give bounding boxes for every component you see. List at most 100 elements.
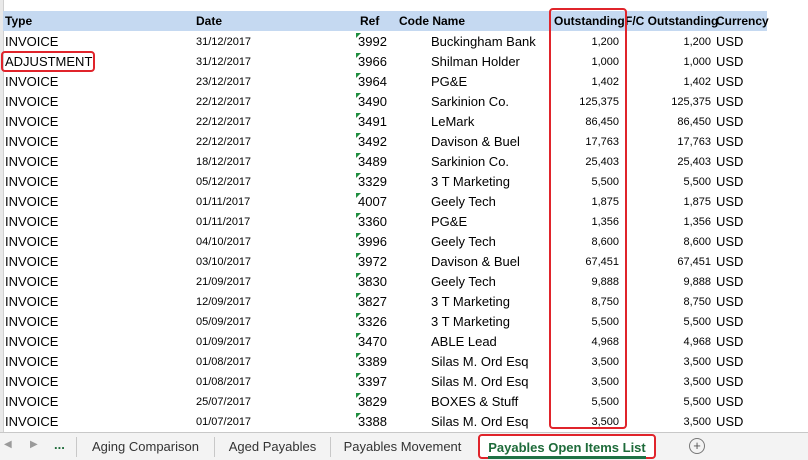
cell-currency[interactable]: USD: [716, 212, 766, 232]
cell-fc-outstanding[interactable]: 1,402: [624, 72, 711, 92]
cell-ref[interactable]: 3397: [358, 372, 418, 392]
cell-date[interactable]: 01/11/2017: [196, 212, 351, 232]
cell-fc-outstanding[interactable]: 9,888: [624, 272, 711, 292]
cell-code-name[interactable]: 3 T Marketing: [431, 292, 549, 312]
cell-date[interactable]: 03/10/2017: [196, 252, 351, 272]
cell-date[interactable]: 12/09/2017: [196, 292, 351, 312]
cell-fc-outstanding[interactable]: 8,750: [624, 292, 711, 312]
cell-fc-outstanding[interactable]: 17,763: [624, 132, 711, 152]
cell-currency[interactable]: USD: [716, 232, 766, 252]
cell-type[interactable]: INVOICE: [5, 412, 190, 432]
cell-type[interactable]: INVOICE: [5, 372, 190, 392]
cell-currency[interactable]: USD: [716, 252, 766, 272]
cell-ref[interactable]: 3996: [358, 232, 418, 252]
cell-ref[interactable]: 3964: [358, 72, 418, 92]
cell-currency[interactable]: USD: [716, 32, 766, 52]
scroll-right-icon[interactable]: ▶: [30, 439, 38, 450]
cell-fc-outstanding[interactable]: 4,968: [624, 332, 711, 352]
cell-code-name[interactable]: Geely Tech: [431, 272, 549, 292]
cell-ref[interactable]: 3827: [358, 292, 418, 312]
cell-fc-outstanding[interactable]: 8,600: [624, 232, 711, 252]
cell-code-name[interactable]: Silas M. Ord Esq: [431, 412, 549, 432]
col-header-currency[interactable]: Currency: [716, 11, 769, 31]
cell-date[interactable]: 04/10/2017: [196, 232, 351, 252]
cell-date[interactable]: 01/08/2017: [196, 372, 351, 392]
cell-currency[interactable]: USD: [716, 152, 766, 172]
cell-code-name[interactable]: Sarkinion Co.: [431, 152, 549, 172]
scroll-left-icon[interactable]: ◀: [4, 439, 12, 450]
cell-type[interactable]: INVOICE: [5, 232, 190, 252]
cell-ref[interactable]: 3489: [358, 152, 418, 172]
cell-currency[interactable]: USD: [716, 292, 766, 312]
cell-date[interactable]: 01/09/2017: [196, 332, 351, 352]
cell-fc-outstanding[interactable]: 67,451: [624, 252, 711, 272]
cell-fc-outstanding[interactable]: 1,875: [624, 192, 711, 212]
cell-code-name[interactable]: LeMark: [431, 112, 549, 132]
cell-code-name[interactable]: Sarkinion Co.: [431, 92, 549, 112]
cell-ref[interactable]: 3992: [358, 32, 418, 52]
cell-ref[interactable]: 3389: [358, 352, 418, 372]
cell-ref[interactable]: 4007: [358, 192, 418, 212]
cell-currency[interactable]: USD: [716, 372, 766, 392]
cell-date[interactable]: 22/12/2017: [196, 112, 351, 132]
cell-code-name[interactable]: Davison & Buel: [431, 252, 549, 272]
cell-code-name[interactable]: Shilman Holder: [431, 52, 549, 72]
cell-date[interactable]: 01/11/2017: [196, 192, 351, 212]
cell-code-name[interactable]: PG&E: [431, 72, 549, 92]
cell-date[interactable]: 25/07/2017: [196, 392, 351, 412]
cell-code-name[interactable]: Buckingham Bank: [431, 32, 549, 52]
cell-ref[interactable]: 3491: [358, 112, 418, 132]
cell-fc-outstanding[interactable]: 25,403: [624, 152, 711, 172]
cell-ref[interactable]: 3326: [358, 312, 418, 332]
cell-currency[interactable]: USD: [716, 112, 766, 132]
tab-aging-comparison[interactable]: Aging Comparison: [78, 433, 213, 460]
cell-code-name[interactable]: Geely Tech: [431, 192, 549, 212]
cell-date[interactable]: 01/08/2017: [196, 352, 351, 372]
cell-date[interactable]: 05/12/2017: [196, 172, 351, 192]
cell-currency[interactable]: USD: [716, 412, 766, 432]
cell-code-name[interactable]: 3 T Marketing: [431, 172, 549, 192]
cell-type[interactable]: INVOICE: [5, 352, 190, 372]
cell-type[interactable]: INVOICE: [5, 312, 190, 332]
col-header-code-name[interactable]: Code Name: [399, 11, 465, 31]
cell-fc-outstanding[interactable]: 5,500: [624, 392, 711, 412]
cell-type[interactable]: INVOICE: [5, 92, 190, 112]
cell-fc-outstanding[interactable]: 3,500: [624, 412, 711, 432]
cell-ref[interactable]: 3388: [358, 412, 418, 432]
cell-fc-outstanding[interactable]: 1,356: [624, 212, 711, 232]
cell-code-name[interactable]: Geely Tech: [431, 232, 549, 252]
cell-currency[interactable]: USD: [716, 192, 766, 212]
cell-currency[interactable]: USD: [716, 172, 766, 192]
cell-ref[interactable]: 3490: [358, 92, 418, 112]
cell-ref[interactable]: 3470: [358, 332, 418, 352]
cell-code-name[interactable]: Davison & Buel: [431, 132, 549, 152]
cell-code-name[interactable]: ABLE Lead: [431, 332, 549, 352]
cell-date[interactable]: 18/12/2017: [196, 152, 351, 172]
cell-type[interactable]: INVOICE: [5, 112, 190, 132]
col-header-date[interactable]: Date: [196, 11, 222, 31]
cell-currency[interactable]: USD: [716, 132, 766, 152]
cell-ref[interactable]: 3966: [358, 52, 418, 72]
cell-currency[interactable]: USD: [716, 332, 766, 352]
col-header-type[interactable]: Type: [5, 11, 32, 31]
cell-date[interactable]: 01/07/2017: [196, 412, 351, 432]
cell-type[interactable]: INVOICE: [5, 392, 190, 412]
cell-code-name[interactable]: PG&E: [431, 212, 549, 232]
cell-ref[interactable]: 3360: [358, 212, 418, 232]
cell-fc-outstanding[interactable]: 1,200: [624, 32, 711, 52]
cell-type[interactable]: INVOICE: [5, 332, 190, 352]
cell-type[interactable]: INVOICE: [5, 132, 190, 152]
cell-fc-outstanding[interactable]: 5,500: [624, 312, 711, 332]
cell-code-name[interactable]: BOXES & Stuff: [431, 392, 549, 412]
cell-type[interactable]: INVOICE: [5, 212, 190, 232]
cell-date[interactable]: 22/12/2017: [196, 92, 351, 112]
tab-aged-payables[interactable]: Aged Payables: [216, 433, 329, 460]
cell-date[interactable]: 23/12/2017: [196, 72, 351, 92]
tab-payables-open-items-list[interactable]: Payables Open Items List: [478, 434, 656, 459]
cell-code-name[interactable]: Silas M. Ord Esq: [431, 372, 549, 392]
add-sheet-icon[interactable]: +: [689, 438, 705, 454]
cell-date[interactable]: 22/12/2017: [196, 132, 351, 152]
cell-currency[interactable]: USD: [716, 392, 766, 412]
cell-ref[interactable]: 3830: [358, 272, 418, 292]
cell-fc-outstanding[interactable]: 1,000: [624, 52, 711, 72]
